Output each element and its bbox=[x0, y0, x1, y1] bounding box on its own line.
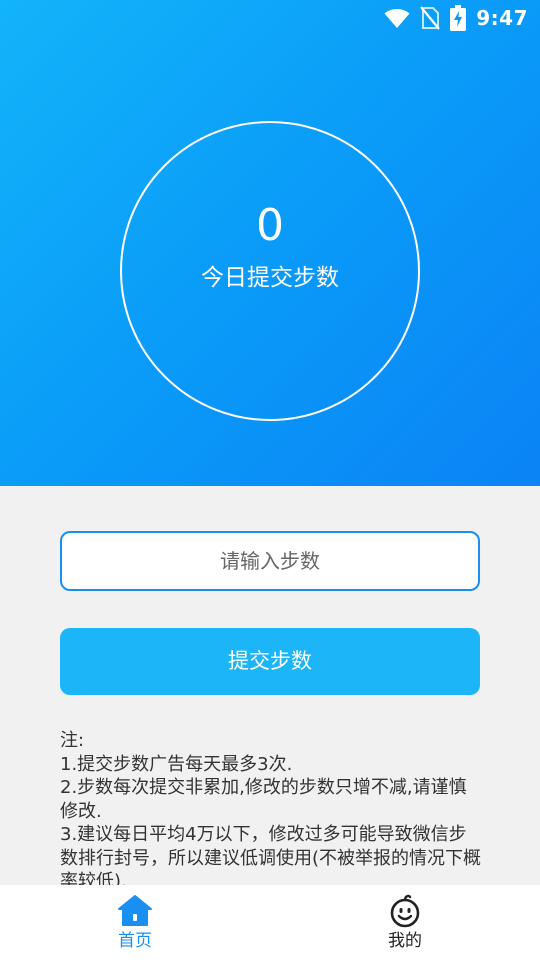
battery-charging-icon bbox=[450, 5, 467, 31]
today-step-label: 今日提交步数 bbox=[201, 265, 339, 291]
note-line-3: 3.建议每日平均4万以下，修改过多可能导致微信步数排行封号，所以建议低调使用(不… bbox=[60, 824, 482, 885]
bottom-tab-bar: 首页 我的 bbox=[0, 885, 540, 960]
note-line-2: 2.步数每次提交非累加,修改的步数只增不减,请谨慎修改. bbox=[60, 777, 467, 822]
today-step-count: 0 bbox=[256, 200, 284, 251]
step-count-input[interactable] bbox=[60, 531, 480, 591]
tab-profile[interactable]: 我的 bbox=[270, 885, 540, 960]
note-line-1: 1.提交步数广告每天最多3次. bbox=[60, 753, 293, 775]
notes-heading: 注: bbox=[60, 730, 85, 751]
wifi-icon bbox=[384, 9, 410, 28]
notes-section: 注: 1.提交步数广告每天最多3次. 2.步数每次提交非累加,修改的步数只增不减… bbox=[60, 729, 484, 885]
hero-panel: 9:47 0 今日提交步数 bbox=[0, 0, 540, 486]
profile-face-icon bbox=[390, 894, 420, 928]
status-time: 9:47 bbox=[476, 6, 528, 30]
submit-steps-button[interactable]: 提交步数 bbox=[60, 628, 480, 695]
status-bar: 9:47 bbox=[0, 0, 540, 36]
status-icons: 9:47 bbox=[384, 5, 528, 31]
tab-profile-label: 我的 bbox=[388, 931, 422, 951]
no-sim-icon bbox=[420, 6, 441, 30]
home-icon bbox=[118, 895, 152, 926]
tab-home[interactable]: 首页 bbox=[0, 885, 270, 960]
tab-home-label: 首页 bbox=[118, 931, 152, 951]
